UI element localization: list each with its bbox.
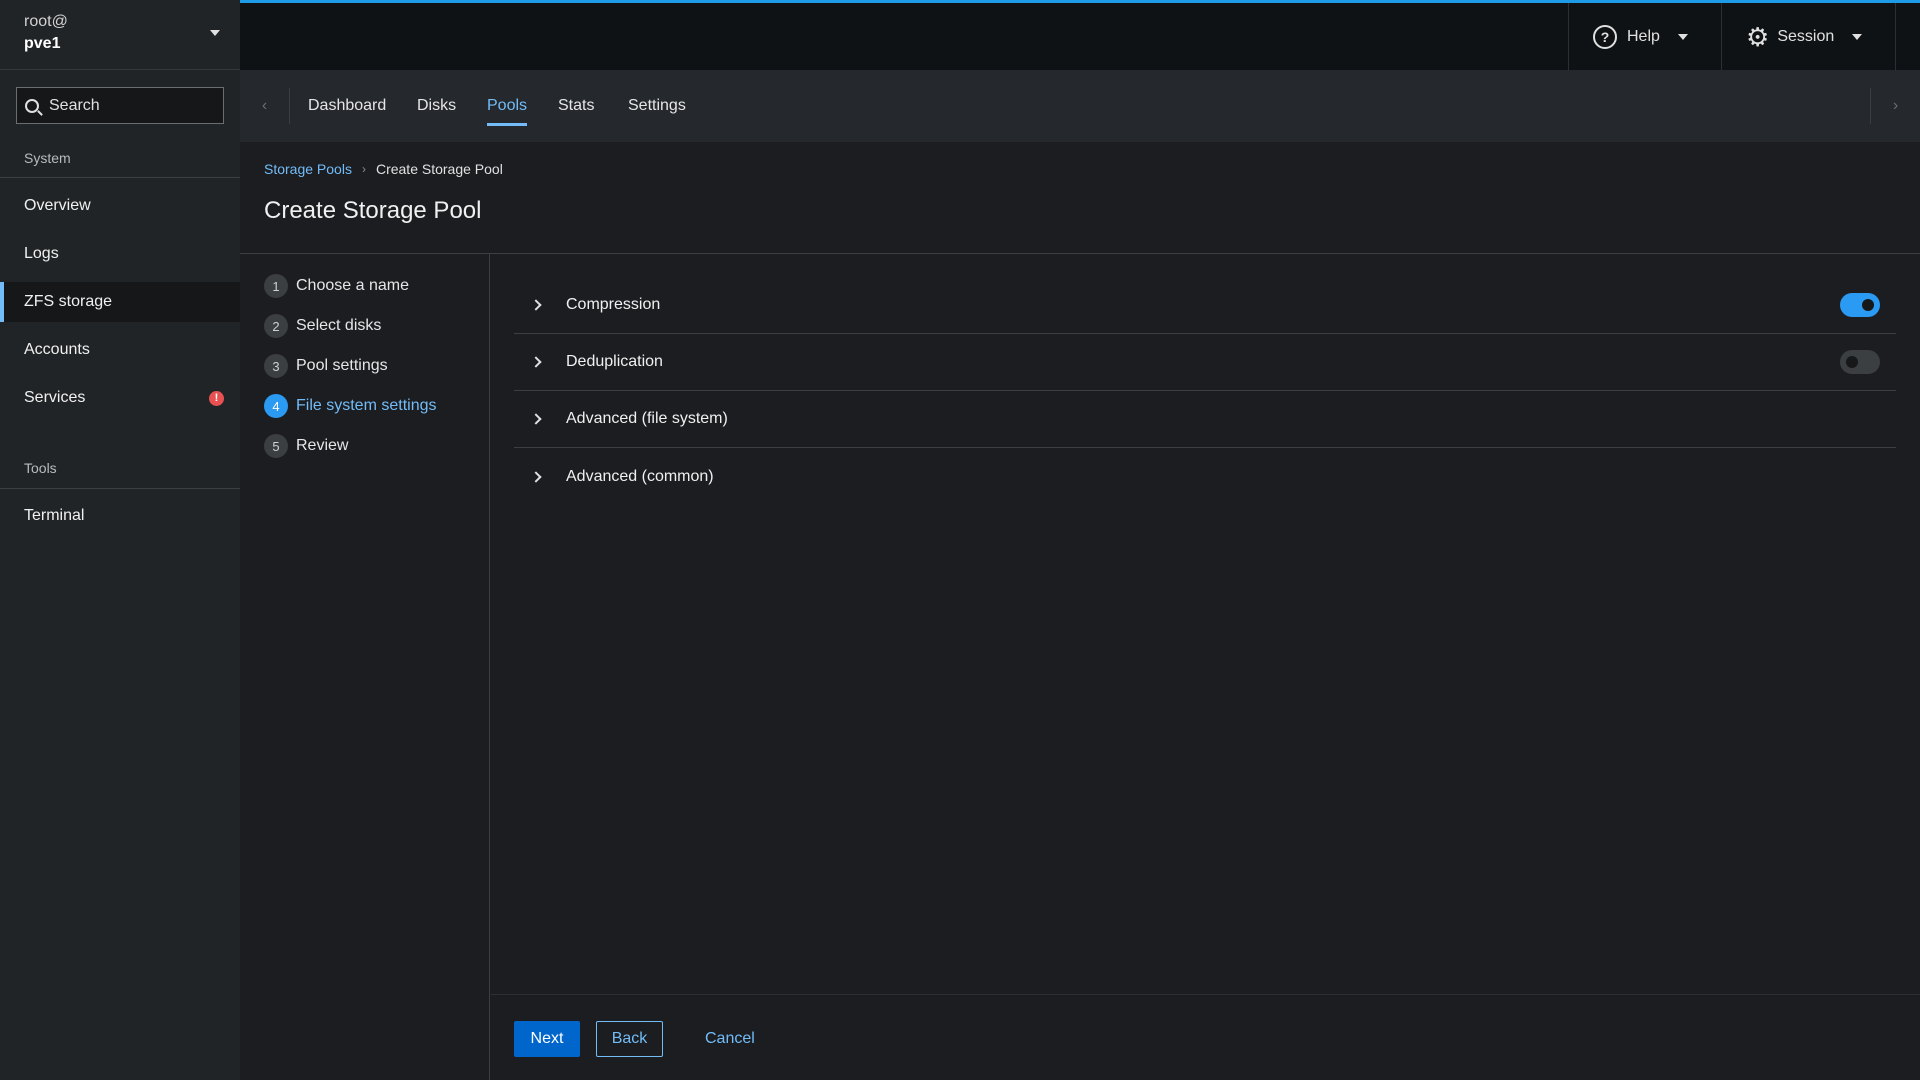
help-label: Help	[1627, 27, 1660, 45]
tab-bar: ‹ Dashboard Disks Pools Stats Settings ›	[240, 70, 1920, 142]
tools-section-label: Tools	[24, 460, 57, 476]
toggle-knob	[1846, 356, 1858, 368]
session-menu-button[interactable]: ⚙ Session	[1721, 3, 1896, 70]
scroll-right-icon[interactable]: ›	[1870, 88, 1920, 124]
section-label: Compression	[566, 296, 661, 313]
sidebar-item-accounts[interactable]: Accounts	[0, 330, 240, 370]
cancel-button[interactable]: Cancel	[705, 1021, 755, 1057]
section-deduplication[interactable]: Deduplication	[514, 334, 1896, 391]
host-name: pve1	[24, 35, 61, 52]
wizard-step-select-disks[interactable]: 2 Select disks	[264, 314, 381, 338]
step-label: Pool settings	[296, 357, 388, 374]
sidebar: root@ pve1 System Overview Logs ZFS stor…	[0, 0, 240, 1080]
section-label: Deduplication	[566, 353, 663, 370]
help-menu-button[interactable]: ? Help	[1568, 3, 1721, 70]
caret-down-icon	[1677, 33, 1688, 40]
step-label: Select disks	[296, 317, 382, 334]
step-label: File system settings	[296, 397, 437, 414]
section-advanced-file-system[interactable]: Advanced (file system)	[514, 391, 1896, 448]
masthead: ? Help ⚙ Session	[240, 0, 1920, 70]
step-number: 1	[264, 274, 288, 298]
compression-toggle[interactable]	[1840, 293, 1880, 317]
session-label: Session	[1777, 27, 1835, 45]
host-switcher[interactable]: root@ pve1	[0, 0, 240, 70]
tab-stats[interactable]: Stats	[558, 70, 594, 142]
step-label: Review	[296, 437, 349, 454]
tab-settings[interactable]: Settings	[628, 70, 686, 142]
back-button[interactable]: Back	[596, 1021, 663, 1057]
breadcrumb-current: Create Storage Pool	[375, 161, 503, 177]
host-user: root@	[24, 13, 68, 30]
section-compression[interactable]: Compression	[514, 277, 1896, 334]
gear-icon: ⚙	[1746, 21, 1770, 52]
breadcrumb: Storage Pools › Create Storage Pool	[264, 161, 503, 177]
wizard-nav: 1 Choose a name 2 Select disks 3 Pool se…	[240, 254, 490, 1080]
sidebar-item-label: Services	[24, 389, 86, 406]
scroll-left-icon[interactable]: ‹	[240, 88, 290, 124]
divider	[240, 253, 1920, 254]
wizard-step-choose-name[interactable]: 1 Choose a name	[264, 274, 409, 298]
toggle-knob	[1862, 299, 1874, 311]
chevron-right-icon	[530, 470, 542, 483]
step-label: Choose a name	[296, 277, 409, 294]
section-advanced-common[interactable]: Advanced (common)	[514, 448, 1896, 505]
help-icon: ?	[1593, 24, 1617, 49]
tab-disks[interactable]: Disks	[417, 70, 456, 142]
alert-badge-icon: !	[209, 390, 224, 406]
sidebar-item-services[interactable]: Services !	[0, 378, 240, 418]
wizard-footer: Next Back Cancel	[491, 994, 1920, 1080]
deduplication-toggle[interactable]	[1840, 350, 1880, 374]
caret-down-icon	[1852, 33, 1863, 40]
breadcrumb-storage-pools[interactable]: Storage Pools	[264, 161, 352, 177]
sidebar-item-logs[interactable]: Logs	[0, 234, 240, 274]
sidebar-item-terminal[interactable]: Terminal	[0, 496, 240, 536]
wizard-step-review[interactable]: 5 Review	[264, 434, 348, 458]
chevron-right-icon	[530, 356, 542, 368]
chevron-right-icon	[530, 413, 542, 425]
chevron-right-icon	[530, 299, 542, 311]
caret-down-icon	[210, 30, 220, 36]
tab-pools[interactable]: Pools	[487, 70, 528, 142]
wizard-step-file-system-settings[interactable]: 4 File system settings	[264, 394, 436, 418]
sidebar-item-zfs-storage[interactable]: ZFS storage	[0, 282, 240, 322]
chevron-right-icon: ›	[361, 162, 366, 176]
step-number: 4	[264, 394, 288, 418]
sidebar-item-overview[interactable]: Overview	[0, 186, 240, 226]
divider	[0, 177, 240, 178]
page-title: Create Storage Pool	[264, 197, 482, 224]
search-input[interactable]	[49, 96, 209, 115]
step-number: 5	[264, 434, 288, 458]
wizard-step-pool-settings[interactable]: 3 Pool settings	[264, 354, 388, 378]
section-label: Advanced (common)	[566, 467, 714, 485]
divider	[0, 488, 240, 489]
search-box[interactable]	[16, 87, 224, 124]
step-number: 3	[264, 354, 288, 378]
tab-dashboard[interactable]: Dashboard	[308, 70, 386, 142]
next-button[interactable]: Next	[514, 1021, 580, 1057]
search-icon	[25, 98, 39, 113]
step-number: 2	[264, 314, 288, 338]
system-section-label: System	[24, 150, 71, 166]
section-label: Advanced (file system)	[566, 410, 728, 427]
